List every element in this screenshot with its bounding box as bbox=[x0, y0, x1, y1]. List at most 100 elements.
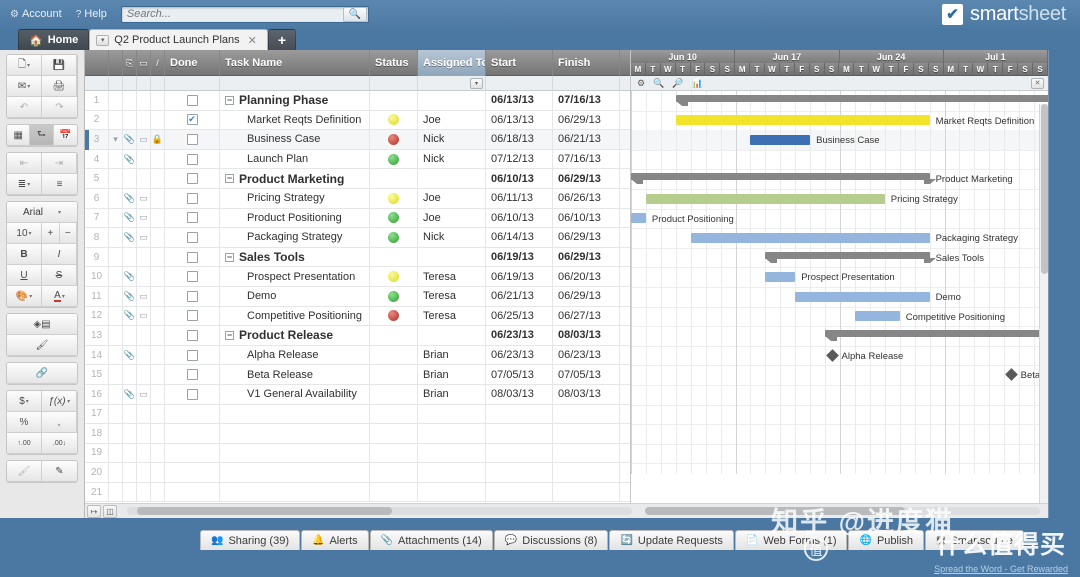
cell-comment[interactable]: ▭ bbox=[137, 384, 151, 404]
cell-menu[interactable] bbox=[109, 345, 123, 365]
cell-menu[interactable] bbox=[109, 267, 123, 286]
save-button[interactable]: 💾 bbox=[42, 55, 77, 76]
filter-cell-finish[interactable] bbox=[553, 76, 620, 91]
cell-assigned[interactable]: Nick bbox=[418, 130, 486, 149]
cell-status[interactable] bbox=[370, 463, 418, 482]
gantt-bar[interactable] bbox=[675, 95, 1048, 102]
cell-comment[interactable]: ▭ bbox=[137, 228, 151, 247]
grid-scroll-thumb[interactable] bbox=[137, 507, 392, 515]
cell-attach[interactable]: 📎 bbox=[123, 286, 137, 306]
cell-start[interactable]: 06/13/13 bbox=[486, 91, 553, 110]
cell-finish[interactable]: 07/16/13 bbox=[553, 149, 620, 169]
new-sheet-button[interactable]: 🗋 ▾ bbox=[7, 55, 42, 76]
column-header-assigned[interactable]: Assigned To bbox=[418, 50, 486, 76]
cell-done[interactable] bbox=[165, 384, 220, 404]
status-indicator-yellow[interactable] bbox=[388, 271, 399, 283]
done-checkbox[interactable] bbox=[186, 133, 198, 145]
gantt-bar[interactable] bbox=[631, 213, 646, 224]
cell-lock[interactable]: 🔒 bbox=[151, 130, 165, 149]
attach-icon[interactable]: 📎 bbox=[124, 193, 135, 204]
cell-attach[interactable] bbox=[123, 91, 137, 110]
redo-button[interactable]: ↷ bbox=[42, 97, 77, 118]
cell-lock[interactable] bbox=[151, 228, 165, 247]
attach-icon[interactable]: 📎 bbox=[124, 310, 135, 321]
row-expander[interactable]: − bbox=[225, 252, 234, 262]
format-painter-button[interactable]: 🖌 bbox=[7, 461, 42, 482]
row-number[interactable]: 14 bbox=[85, 345, 109, 365]
cell-task[interactable]: Beta Release bbox=[220, 365, 370, 384]
cell-done[interactable] bbox=[165, 463, 220, 482]
comment-icon[interactable]: ▭ bbox=[139, 389, 148, 400]
cell-status[interactable] bbox=[370, 326, 418, 345]
cell-menu[interactable] bbox=[109, 443, 123, 463]
row-number[interactable]: 17 bbox=[85, 404, 109, 424]
cell-attach[interactable]: 📎 bbox=[123, 267, 137, 286]
cell-done[interactable] bbox=[165, 149, 220, 169]
status-indicator-red[interactable] bbox=[388, 133, 399, 145]
filter-cell-assigned[interactable]: ▾ bbox=[418, 76, 486, 91]
cell-comment[interactable] bbox=[137, 424, 151, 443]
done-checkbox[interactable] bbox=[186, 290, 198, 302]
cell-start[interactable] bbox=[486, 463, 553, 482]
increase-decimal-button[interactable]: ↑.00 bbox=[7, 433, 42, 454]
cell-start[interactable]: 06/21/13 bbox=[486, 286, 553, 306]
done-checkbox[interactable] bbox=[186, 94, 198, 106]
grid-view-button[interactable]: ▦ bbox=[7, 125, 31, 146]
lock-icon[interactable]: 🔒 bbox=[152, 134, 163, 145]
cell-comment[interactable] bbox=[137, 326, 151, 345]
cell-attach[interactable] bbox=[123, 482, 137, 502]
cell-comment[interactable] bbox=[137, 169, 151, 188]
cell-lock[interactable] bbox=[151, 110, 165, 130]
cell-assigned[interactable] bbox=[418, 169, 486, 188]
cell-status[interactable] bbox=[370, 306, 418, 326]
done-checkbox[interactable] bbox=[186, 192, 198, 204]
cell-status[interactable] bbox=[370, 208, 418, 228]
cell-assigned[interactable] bbox=[418, 463, 486, 482]
comment-icon[interactable]: ▭ bbox=[139, 291, 148, 302]
cell-lock[interactable] bbox=[151, 424, 165, 443]
cell-done[interactable] bbox=[165, 247, 220, 267]
undo-button[interactable]: ↶ bbox=[7, 97, 42, 118]
cell-lock[interactable] bbox=[151, 443, 165, 463]
row-number[interactable]: 11 bbox=[85, 286, 109, 306]
currency-button[interactable]: $ ▾ bbox=[7, 391, 42, 412]
cell-task[interactable]: − Product Marketing bbox=[220, 169, 370, 188]
comment-icon[interactable]: ▭ bbox=[139, 310, 148, 321]
cell-task[interactable] bbox=[220, 404, 370, 424]
cell-comment[interactable] bbox=[137, 91, 151, 110]
cell-attach[interactable] bbox=[123, 424, 137, 443]
cell-finish[interactable]: 06/20/13 bbox=[553, 267, 620, 286]
cell-finish[interactable]: 06/29/13 bbox=[553, 228, 620, 247]
done-checkbox[interactable] bbox=[186, 388, 198, 400]
row-expander[interactable]: − bbox=[225, 330, 234, 340]
zoom-out-icon[interactable]: 🔍 bbox=[653, 78, 664, 89]
cell-attach[interactable]: 📎 bbox=[123, 228, 137, 247]
gantt-bar[interactable] bbox=[765, 271, 796, 282]
font-size-select[interactable]: 10 ▾ bbox=[7, 223, 42, 244]
cell-lock[interactable] bbox=[151, 384, 165, 404]
gantt-chart-icon[interactable]: 📊 bbox=[692, 78, 703, 89]
row-number[interactable]: 13 bbox=[85, 326, 109, 345]
cell-task[interactable]: Packaging Strategy bbox=[220, 228, 370, 247]
cell-status[interactable] bbox=[370, 482, 418, 502]
cell-menu[interactable] bbox=[109, 228, 123, 247]
cell-finish[interactable] bbox=[553, 463, 620, 482]
cell-start[interactable] bbox=[486, 482, 553, 502]
cell-assigned[interactable]: Brian bbox=[418, 345, 486, 365]
cell-lock[interactable] bbox=[151, 247, 165, 267]
cell-assigned[interactable]: Nick bbox=[418, 228, 486, 247]
fill-color-button[interactable]: 🎨 ▾ bbox=[7, 286, 42, 307]
cell-task[interactable]: Pricing Strategy bbox=[220, 188, 370, 208]
column-header-start[interactable]: Start bbox=[486, 50, 553, 76]
sharing-button[interactable]: 👥 Sharing (39) bbox=[200, 530, 300, 550]
cell-menu[interactable] bbox=[109, 208, 123, 228]
cell-task[interactable] bbox=[220, 482, 370, 502]
cell-task[interactable]: Competitive Positioning bbox=[220, 306, 370, 326]
cell-task[interactable]: Prospect Presentation bbox=[220, 267, 370, 286]
cell-task[interactable] bbox=[220, 463, 370, 482]
cell-assigned[interactable]: Teresa bbox=[418, 306, 486, 326]
cell-assigned[interactable]: Brian bbox=[418, 384, 486, 404]
cell-comment[interactable] bbox=[137, 365, 151, 384]
cell-attach[interactable] bbox=[123, 365, 137, 384]
cell-start[interactable]: 06/25/13 bbox=[486, 306, 553, 326]
